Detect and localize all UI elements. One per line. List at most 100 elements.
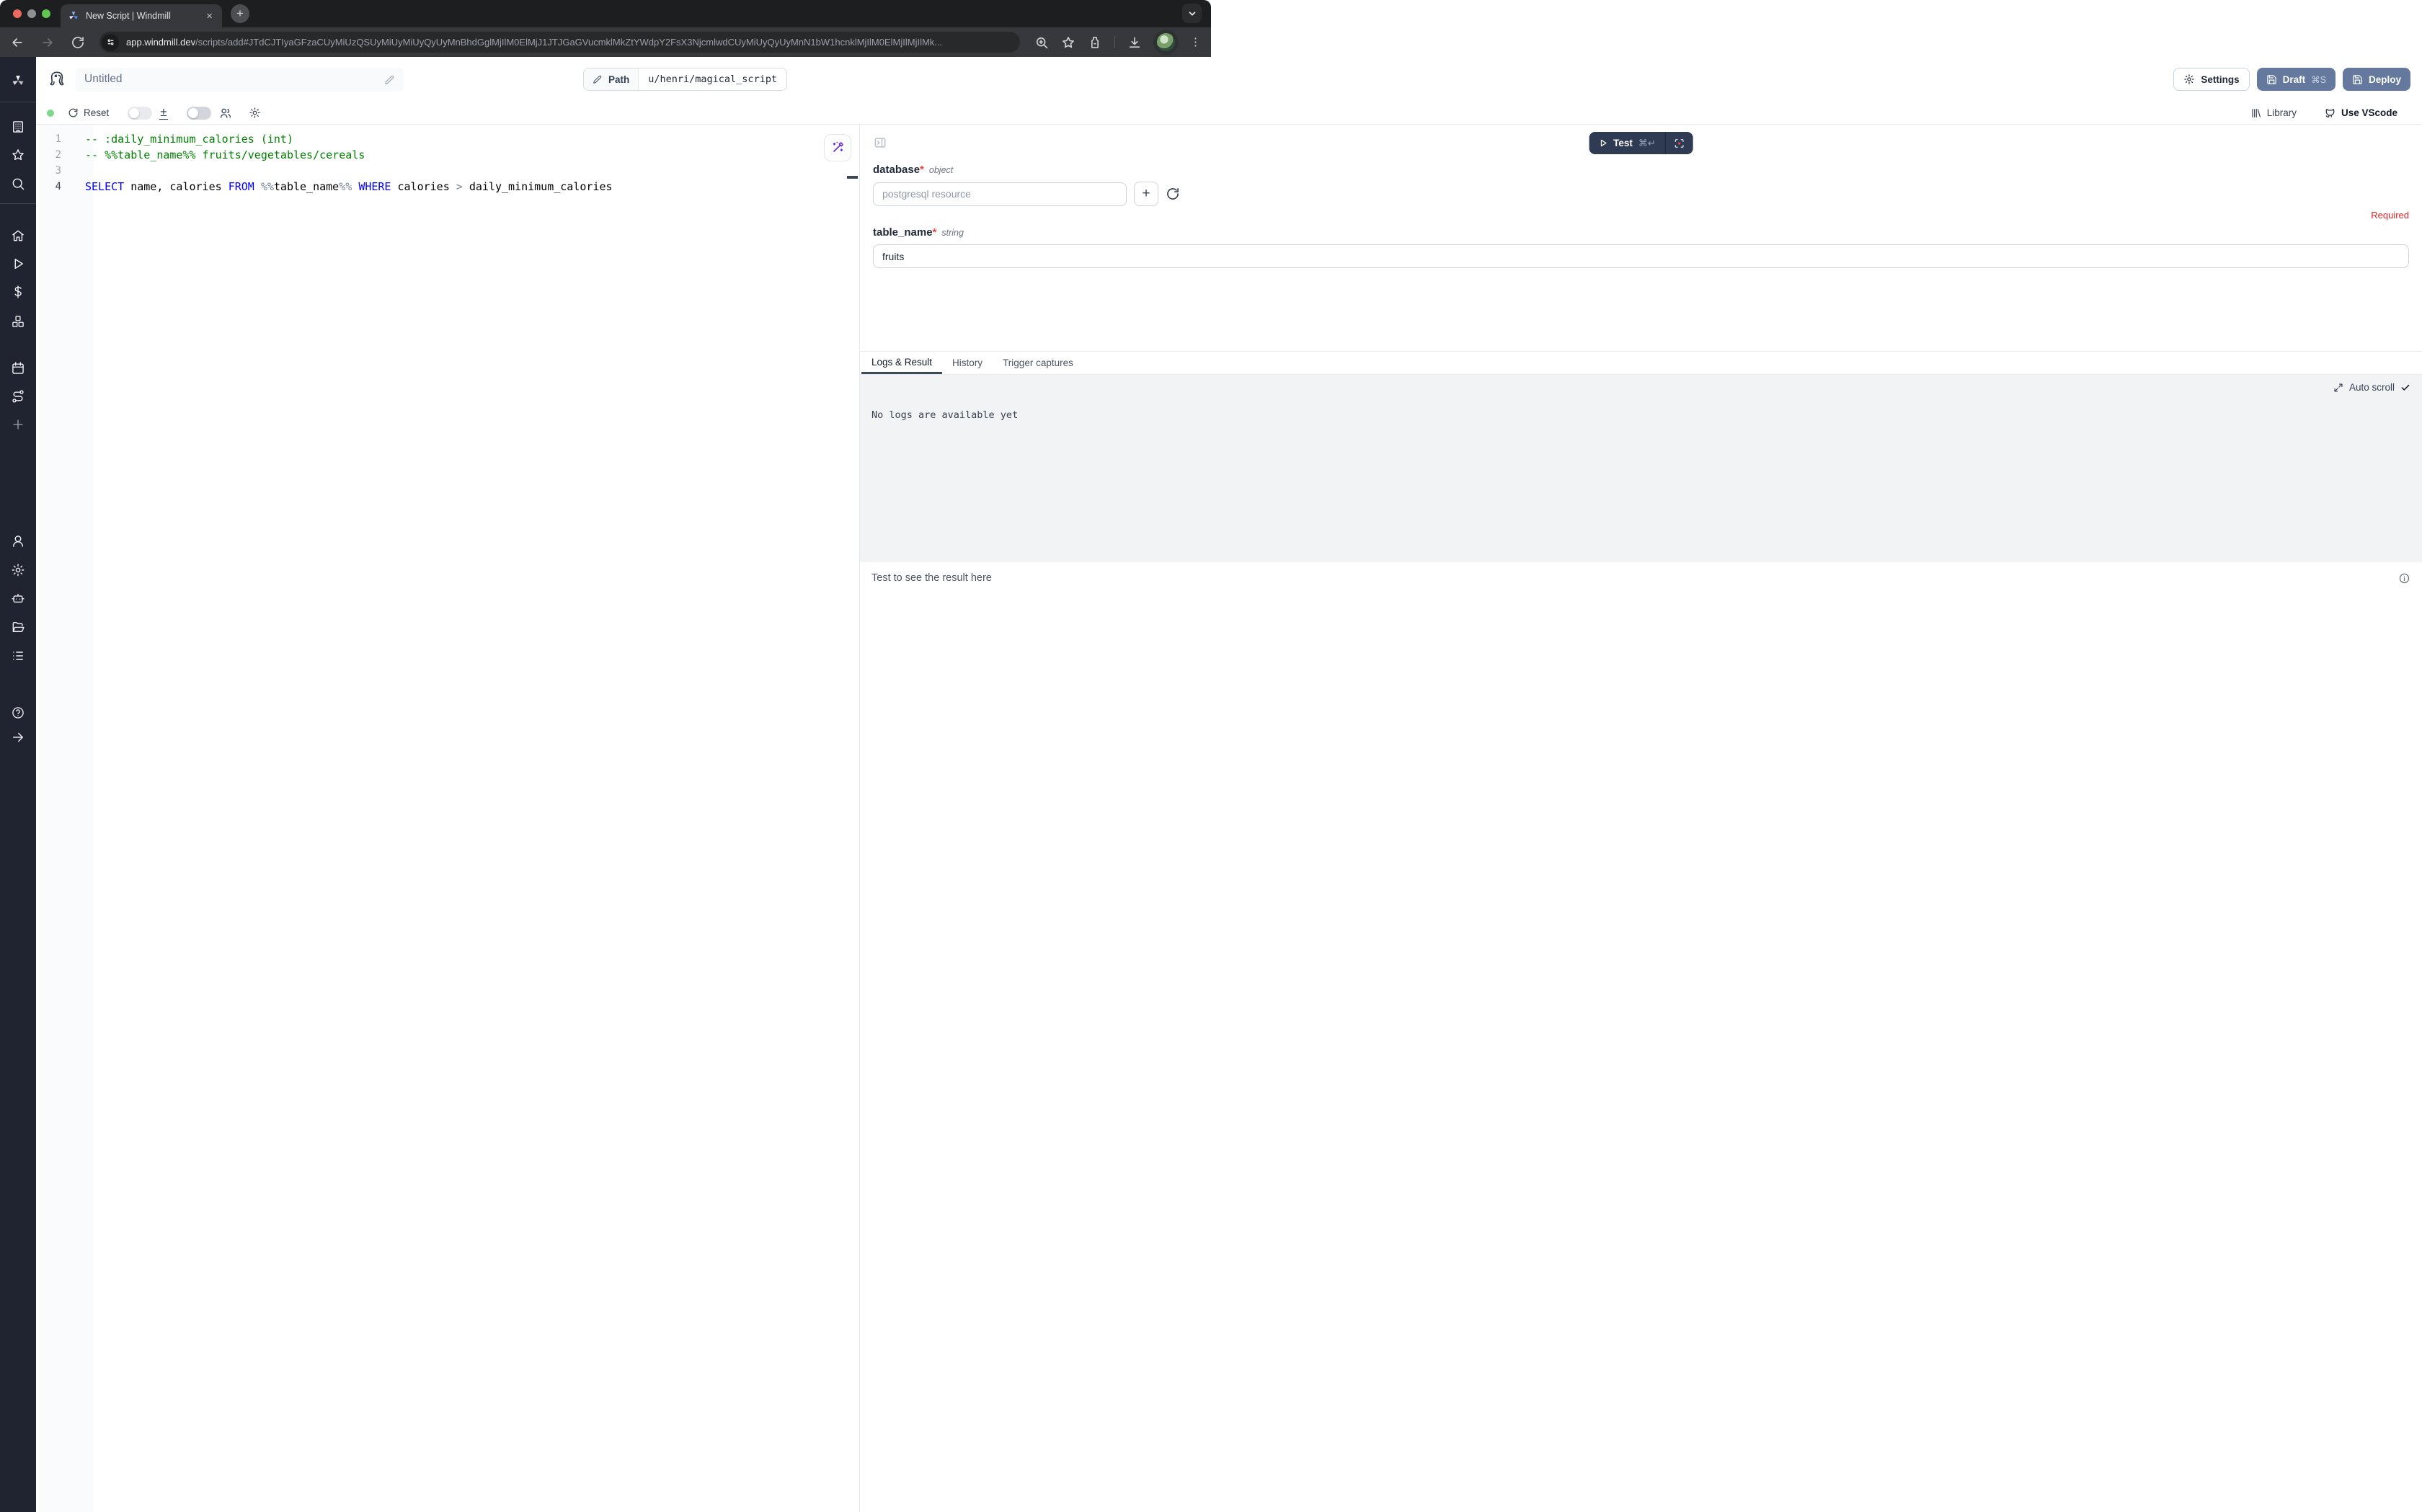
pencil-icon (593, 74, 603, 84)
code-line[interactable]: 4 SELECT name, calories FROM %%table_nam… (36, 179, 859, 195)
site-settings-icon[interactable] (102, 34, 119, 51)
test-label: Test (1613, 138, 1633, 148)
script-title-field[interactable] (76, 68, 404, 92)
info-icon[interactable] (2398, 572, 2410, 584)
new-tab-button[interactable]: + (231, 4, 249, 23)
field-name: table_name (873, 226, 933, 239)
forward-icon[interactable] (40, 35, 55, 50)
use-vscode-button[interactable]: Use VScode (2324, 107, 2397, 119)
chevron-down-icon (1187, 9, 1197, 19)
tab-close-icon[interactable]: × (204, 11, 215, 22)
table-name-input[interactable] (873, 244, 2409, 268)
test-panel: Test ⌘↵ database* object + Required tabl… (859, 125, 2422, 1512)
browser-menu-icon[interactable]: ⋮ (1190, 37, 1201, 48)
window-minimize-button[interactable] (27, 9, 36, 18)
sidebar-item-users[interactable] (11, 534, 25, 548)
sidebar-item-schedules[interactable] (11, 361, 25, 375)
url-path: /scripts/add#JTdCJTIyaGFzaCUyMiUzQSUyMiU… (195, 37, 942, 48)
diff-mode-icon[interactable]: ± (159, 106, 167, 120)
autoscroll-control[interactable]: Auto scroll (871, 382, 2410, 393)
database-resource-input[interactable] (873, 182, 1127, 206)
sidebar-item-add[interactable] (11, 417, 25, 432)
draft-button[interactable]: Draft ⌘S (2257, 68, 2336, 91)
draft-label: Draft (2283, 74, 2306, 85)
sidebar-item-settings[interactable] (11, 563, 25, 577)
reload-icon[interactable] (71, 35, 85, 50)
sidebar-item-home[interactable] (11, 228, 25, 243)
code-line[interactable]: 1 -- :daily_minimum_calories (int) (36, 131, 859, 147)
address-bar[interactable]: app.windmill.dev/scripts/add#JTdCJTIyaGF… (99, 32, 1020, 53)
script-title-input[interactable] (84, 73, 384, 86)
refresh-resources-icon[interactable] (1166, 187, 1180, 201)
test-shortcut: ⌘↵ (1638, 138, 1656, 149)
result-placeholder: Test to see the result here (871, 572, 992, 584)
settings-label: Settings (2201, 74, 2239, 85)
windmill-logo-icon[interactable] (11, 74, 25, 88)
tab-trigger-captures[interactable]: Trigger captures (993, 352, 1083, 374)
reset-button[interactable]: Reset (68, 107, 109, 118)
sidebar-item-help[interactable] (11, 706, 25, 720)
code-line[interactable]: 3 (36, 163, 859, 179)
tab-history[interactable]: History (942, 352, 993, 374)
status-dot (47, 110, 54, 117)
diff-toggle[interactable] (128, 107, 152, 120)
window-zoom-button[interactable] (42, 9, 50, 18)
play-icon (1598, 138, 1607, 148)
line-number: 3 (36, 163, 61, 179)
sidebar-item-folders[interactable] (11, 620, 25, 634)
required-asterisk: * (920, 164, 924, 176)
editor-gutter (39, 125, 94, 1512)
toggle-knob (129, 108, 139, 118)
sidebar-item-resources[interactable] (11, 314, 25, 329)
editor-settings-gear-icon[interactable] (249, 107, 261, 119)
script-toolbar: Reset ± Library Use VScode (36, 102, 2422, 125)
line-number-active: 4 (36, 179, 61, 195)
test-button[interactable]: Test ⌘↵ (1589, 132, 1665, 154)
app-sidebar (0, 57, 36, 1512)
browser-tab[interactable]: New Script | Windmill × (61, 4, 222, 27)
tab-search-button[interactable] (1182, 4, 1202, 23)
add-resource-button[interactable]: + (1134, 182, 1158, 206)
window-close-button[interactable] (13, 9, 22, 18)
panel-top-row: Test ⌘↵ (873, 132, 2409, 155)
sidebar-item-runs[interactable] (11, 257, 25, 271)
reset-icon (68, 107, 79, 118)
path-chip[interactable]: Path u/henri/magical_script (583, 68, 787, 91)
sidebar-item-routes[interactable] (11, 389, 25, 404)
sidebar-expand-icon[interactable] (11, 730, 25, 744)
zoom-icon[interactable] (1034, 35, 1049, 50)
extensions-icon[interactable] (1088, 35, 1102, 50)
path-label-segment: Path (584, 68, 639, 90)
profile-avatar[interactable] (1157, 33, 1175, 51)
download-icon[interactable] (1127, 35, 1142, 50)
collapse-panel-icon[interactable] (873, 135, 887, 150)
save-icon (2266, 74, 2277, 85)
deploy-button[interactable]: Deploy (2343, 68, 2410, 91)
ai-assistant-button[interactable] (824, 134, 851, 161)
browser-toolbar: app.windmill.dev/scripts/add#JTdCJTIyaGF… (0, 27, 1211, 57)
collaborators-icon[interactable] (219, 107, 232, 120)
sidebar-item-workers[interactable] (11, 591, 25, 605)
library-button[interactable]: Library (2250, 107, 2297, 119)
header-actions: Settings Draft ⌘S Deploy (2173, 68, 2410, 91)
browser-tab-strip: New Script | Windmill × + (0, 0, 1211, 27)
bookmark-star-icon[interactable] (1061, 35, 1075, 50)
path-label: Path (608, 74, 629, 85)
settings-button[interactable]: Settings (2173, 68, 2249, 91)
sidebar-item-logs[interactable] (11, 649, 25, 663)
capture-run-button[interactable] (1666, 132, 1693, 154)
deploy-label: Deploy (2369, 74, 2401, 85)
code-line[interactable]: 2 -- %%table_name%% fruits/vegetables/ce… (36, 147, 859, 163)
code-editor[interactable]: 1 -- :daily_minimum_calories (int) 2 -- … (36, 125, 859, 1512)
back-icon[interactable] (10, 35, 25, 50)
expand-icon[interactable] (2333, 383, 2343, 393)
sidebar-item-variables[interactable] (11, 285, 25, 299)
collab-toggle[interactable] (187, 107, 211, 120)
field-type: string (941, 228, 964, 238)
windmill-favicon (68, 10, 79, 22)
sidebar-item-workspace[interactable] (11, 120, 25, 134)
required-asterisk: * (933, 226, 937, 239)
tab-logs-result[interactable]: Logs & Result (861, 352, 942, 374)
sidebar-item-favorites[interactable] (11, 148, 25, 162)
sidebar-item-search[interactable] (11, 177, 25, 191)
